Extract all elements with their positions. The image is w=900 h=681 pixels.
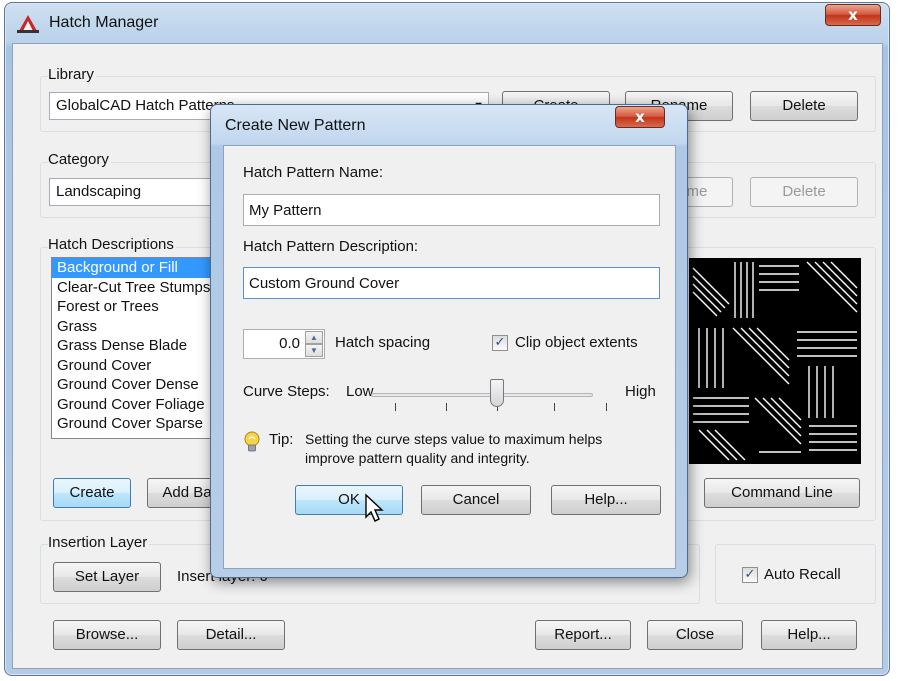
tip-text-line1: Setting the curve steps value to maximum… bbox=[305, 431, 603, 447]
create-new-pattern-dialog: Create New Pattern x Hatch Pattern Name:… bbox=[210, 104, 688, 578]
chevron-down-icon[interactable]: ▼ bbox=[305, 344, 323, 357]
pattern-name-input[interactable] bbox=[243, 194, 660, 226]
hatch-spacing-stepper[interactable]: 0.0 ▲ ▼ bbox=[243, 329, 325, 359]
name-label: Hatch Pattern Name: bbox=[243, 164, 384, 181]
slider-tick bbox=[606, 403, 607, 411]
category-value: Landscaping bbox=[56, 183, 142, 200]
insertion-layer-label: Insertion Layer bbox=[48, 534, 150, 551]
dialog-close-button[interactable]: x bbox=[615, 106, 665, 128]
description-label: Hatch Pattern Description: bbox=[243, 238, 419, 255]
hatch-descriptions-label: Hatch Descriptions bbox=[48, 236, 176, 253]
command-line-button[interactable]: Command Line bbox=[704, 478, 860, 508]
dialog-help-button[interactable]: Help... bbox=[551, 485, 661, 515]
slider-tick bbox=[554, 403, 555, 411]
pattern-description-input[interactable] bbox=[243, 267, 660, 299]
hatch-spacing-value: 0.0 bbox=[279, 335, 300, 352]
curve-low-label: Low bbox=[346, 383, 374, 400]
dialog-title: Create New Pattern bbox=[225, 117, 366, 134]
close-button[interactable]: Close bbox=[647, 620, 743, 650]
set-layer-button[interactable]: Set Layer bbox=[53, 562, 161, 592]
cancel-button[interactable]: Cancel bbox=[421, 485, 531, 515]
slider-tick bbox=[446, 403, 447, 411]
window-title: Hatch Manager bbox=[49, 14, 159, 31]
library-delete-button[interactable]: Delete bbox=[750, 91, 858, 121]
help-button[interactable]: Help... bbox=[761, 620, 857, 650]
title-bar[interactable]: Hatch Manager x bbox=[5, 3, 889, 43]
lightbulb-icon bbox=[244, 431, 260, 452]
browse-button[interactable]: Browse... bbox=[53, 620, 161, 650]
tip-label: Tip: bbox=[269, 431, 294, 448]
detail-button[interactable]: Detail... bbox=[177, 620, 285, 650]
tip-text-line2: improve pattern quality and integrity. bbox=[305, 450, 530, 466]
chevron-up-icon[interactable]: ▲ bbox=[305, 331, 323, 344]
curve-steps-label: Curve Steps: bbox=[243, 383, 330, 400]
report-button[interactable]: Report... bbox=[535, 620, 631, 650]
curve-steps-slider-track[interactable] bbox=[371, 393, 593, 397]
category-delete-button[interactable]: Delete bbox=[750, 177, 858, 207]
window-close-button[interactable]: x bbox=[825, 4, 881, 26]
category-label: Category bbox=[48, 151, 111, 168]
auto-recall-checkbox[interactable]: ✓ bbox=[742, 567, 758, 583]
clip-object-extents-checkbox[interactable]: ✓ bbox=[492, 335, 508, 351]
curve-steps-slider-thumb[interactable] bbox=[490, 379, 504, 407]
hatch-preview bbox=[689, 258, 861, 464]
hatch-create-button[interactable]: Create bbox=[53, 478, 131, 508]
library-value: GlobalCAD Hatch Patterns bbox=[56, 97, 235, 114]
hatch-spacing-label: Hatch spacing bbox=[335, 334, 431, 351]
globalcad-app-icon bbox=[17, 15, 39, 33]
ok-button[interactable]: OK bbox=[295, 485, 403, 515]
curve-high-label: High bbox=[625, 383, 656, 400]
clip-object-extents-label: Clip object extents bbox=[515, 334, 638, 351]
auto-recall-label: Auto Recall bbox=[764, 566, 841, 583]
library-label: Library bbox=[48, 66, 96, 83]
mouse-pointer-icon bbox=[365, 493, 384, 522]
dialog-client: Hatch Pattern Name: Hatch Pattern Descri… bbox=[223, 145, 676, 569]
slider-tick bbox=[395, 403, 396, 411]
